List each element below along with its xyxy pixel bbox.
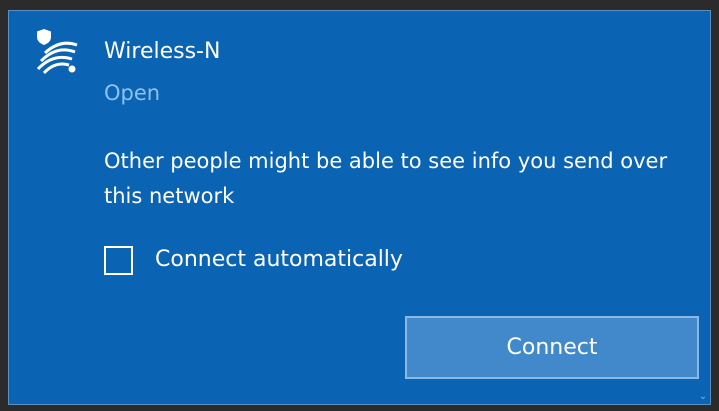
security-warning-text: Other people might be able to see info y… bbox=[104, 149, 668, 208]
connect-automatically-label: Connect automatically bbox=[155, 247, 403, 272]
wifi-shield-icon bbox=[36, 29, 78, 75]
flyout-scrollbar[interactable]: ⌄ bbox=[698, 11, 710, 404]
network-flyout-panel: Wireless-N Open Other people might be ab… bbox=[8, 10, 711, 405]
screen-frame: Wireless-N Open Other people might be ab… bbox=[0, 0, 719, 411]
connect-automatically-option[interactable]: Connect automatically bbox=[104, 243, 403, 277]
connect-automatically-checkbox[interactable] bbox=[104, 245, 133, 275]
network-security-status: Open bbox=[104, 81, 161, 105]
chevron-down-icon[interactable]: ⌄ bbox=[698, 392, 708, 402]
connect-button[interactable]: Connect bbox=[405, 316, 699, 379]
network-name: Wireless-N bbox=[104, 39, 221, 64]
